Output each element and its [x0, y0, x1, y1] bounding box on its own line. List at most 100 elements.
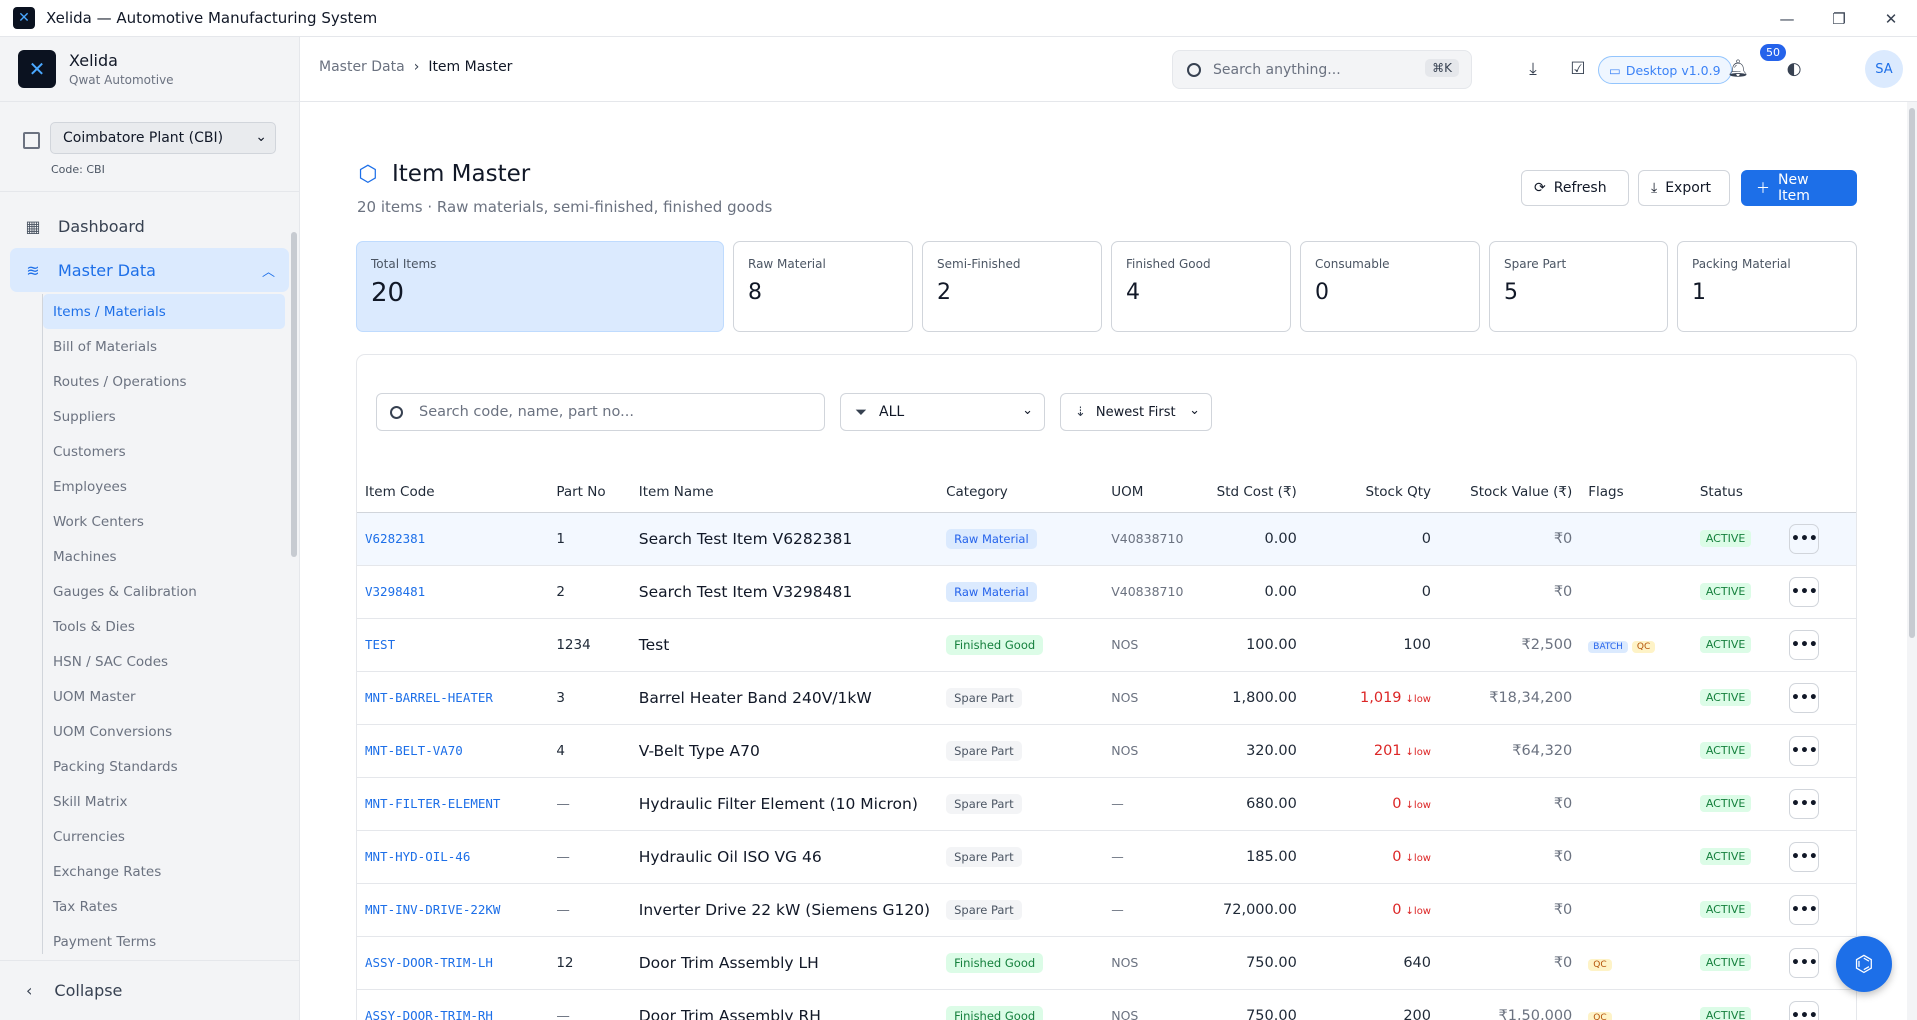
item-code-link[interactable]: MNT-BARREL-HEATER — [357, 671, 549, 725]
version-badge[interactable]: ▭ Desktop v1.0.9 — [1598, 56, 1732, 84]
table-row[interactable]: MNT-BARREL-HEATER 3 Barrel Heater Band 2… — [357, 671, 1856, 725]
avatar[interactable]: SA — [1865, 50, 1903, 88]
sidebar-subitem-work-centers[interactable]: Work Centers — [43, 504, 285, 539]
sidebar-subitem-bom[interactable]: Bill of Materials — [43, 329, 285, 364]
sidebar-subitem-uom[interactable]: UOM Master — [43, 679, 285, 714]
col-item-name[interactable]: Item Name — [630, 473, 939, 513]
tasks-icon[interactable]: ☑ — [1566, 57, 1590, 81]
table-row[interactable]: TEST 1234 Test Finished Good NOS 100.00 … — [357, 618, 1856, 672]
table-row[interactable]: V6282381 1 Search Test Item V6282381 Raw… — [357, 512, 1856, 566]
row-actions-button[interactable]: ••• — [1789, 841, 1820, 872]
col-flags[interactable]: Flags — [1580, 473, 1692, 513]
sidebar-subitem-gauges[interactable]: Gauges & Calibration — [43, 574, 285, 609]
status-badge: ACTIVE — [1699, 583, 1752, 600]
table-row[interactable]: MNT-BELT-VA70 4 V-Belt Type A70 Spare Pa… — [357, 724, 1856, 778]
std-cost: 320.00 — [1204, 724, 1305, 778]
minimize-icon[interactable]: — — [1761, 0, 1813, 37]
collapse-button[interactable]: ‹ Collapse — [0, 960, 300, 1020]
sidebar-subitem-suppliers[interactable]: Suppliers — [43, 399, 285, 434]
category-filter-select[interactable]: ⏷ ALL ⌄ — [840, 393, 1045, 431]
row-actions-button[interactable]: ••• — [1789, 523, 1820, 554]
sidebar-subitem-tax-rates[interactable]: Tax Rates — [43, 889, 285, 924]
main-scrollbar[interactable] — [1907, 102, 1917, 1020]
palette-icon[interactable]: ◐ — [1782, 57, 1806, 81]
table-row[interactable]: MNT-FILTER-ELEMENT — Hydraulic Filter El… — [357, 777, 1856, 831]
collapse-label: Collapse — [54, 981, 123, 1000]
col-stock-value[interactable]: Stock Value (₹) — [1439, 473, 1581, 513]
brand: ✕ Xelida Qwat Automotive — [0, 37, 299, 102]
stock-qty: 0 — [1392, 848, 1402, 865]
item-search-input[interactable]: Search code, name, part no... — [376, 393, 825, 431]
table-row[interactable]: V3298481 2 Search Test Item V3298481 Raw… — [357, 565, 1856, 619]
card-spare-part[interactable]: Spare Part 5 — [1489, 241, 1668, 332]
item-code-link[interactable]: MNT-FILTER-ELEMENT — [357, 777, 549, 831]
col-status[interactable]: Status — [1691, 473, 1782, 513]
item-code-link[interactable]: MNT-HYD-OIL-46 — [357, 830, 549, 884]
item-code-link[interactable]: MNT-INV-DRIVE-22KW — [357, 883, 549, 937]
maximize-icon[interactable]: ❐ — [1813, 0, 1865, 37]
stock-value: ₹18,34,200 — [1439, 671, 1581, 725]
card-semi-finished[interactable]: Semi-Finished 2 — [922, 241, 1102, 332]
table-row[interactable]: ASSY-DOOR-TRIM-LH 12 Door Trim Assembly … — [357, 936, 1856, 990]
row-actions-button[interactable]: ••• — [1789, 894, 1820, 925]
status-badge: ACTIVE — [1699, 1007, 1752, 1020]
download-icon[interactable]: ⤓ — [1521, 57, 1545, 81]
sidebar-subitem-skill-matrix[interactable]: Skill Matrix — [43, 784, 285, 819]
table-row[interactable]: MNT-INV-DRIVE-22KW — Inverter Drive 22 k… — [357, 883, 1856, 937]
export-button[interactable]: ⤓ Export — [1638, 170, 1730, 206]
card-packing-material[interactable]: Packing Material 1 — [1677, 241, 1857, 332]
sidebar-subitem-tools[interactable]: Tools & Dies — [43, 609, 285, 644]
table-row[interactable]: ASSY-DOOR-TRIM-RH — Door Trim Assembly R… — [357, 989, 1856, 1020]
sidebar-subitem-uom-conversions[interactable]: UOM Conversions — [43, 714, 285, 749]
item-code-link[interactable]: ASSY-DOOR-TRIM-RH — [357, 989, 549, 1020]
category-badge: Finished Good — [946, 1005, 1044, 1020]
row-actions-button[interactable]: ••• — [1789, 788, 1820, 819]
sidebar-subitem-machines[interactable]: Machines — [43, 539, 285, 574]
sidebar-subitem-currencies[interactable]: Currencies — [43, 819, 285, 854]
row-actions-button[interactable]: ••• — [1789, 576, 1820, 607]
item-code-link[interactable]: V3298481 — [357, 565, 549, 619]
item-code-link[interactable]: TEST — [357, 618, 549, 672]
card-consumable[interactable]: Consumable 0 — [1300, 241, 1480, 332]
bell-icon[interactable]: 🔔︎ — [1726, 57, 1750, 81]
sidebar-subitem-packing[interactable]: Packing Standards — [43, 749, 285, 784]
global-search-input[interactable]: Search anything... ⌘K — [1172, 50, 1472, 89]
row-actions-button[interactable]: ••• — [1789, 947, 1820, 978]
table-row[interactable]: MNT-HYD-OIL-46 — Hydraulic Oil ISO VG 46… — [357, 830, 1856, 884]
col-category[interactable]: Category — [938, 473, 1104, 513]
refresh-button[interactable]: ⟳ Refresh — [1521, 170, 1629, 206]
sort-select[interactable]: ⇣ Newest First ⌄ — [1060, 393, 1212, 431]
sidebar-item-dashboard[interactable]: ▦ Dashboard — [10, 204, 289, 248]
row-actions-button[interactable]: ••• — [1789, 629, 1820, 660]
col-stock-qty[interactable]: Stock Qty — [1304, 473, 1439, 513]
sidebar-subitem-exchange-rates[interactable]: Exchange Rates — [43, 854, 285, 889]
sidebar-subitem-customers[interactable]: Customers — [43, 434, 285, 469]
card-finished-good[interactable]: Finished Good 4 — [1111, 241, 1291, 332]
col-std-cost[interactable]: Std Cost (₹) — [1204, 473, 1305, 513]
close-icon[interactable]: ✕ — [1865, 0, 1917, 37]
sidebar-subitem-payment-terms[interactable]: Payment Terms — [43, 924, 285, 954]
sidebar-subitem-routes[interactable]: Routes / Operations — [43, 364, 285, 399]
row-actions-button[interactable]: ••• — [1789, 1000, 1820, 1020]
category-badge: Spare Part — [946, 846, 1022, 867]
item-code-link[interactable]: V6282381 — [357, 512, 549, 566]
sidebar-scrollbar[interactable] — [291, 232, 297, 557]
sidebar-item-master-data[interactable]: ≋ Master Data ︿ — [10, 248, 289, 292]
item-code-link[interactable]: ASSY-DOOR-TRIM-LH — [357, 936, 549, 990]
card-raw-material[interactable]: Raw Material 8 — [733, 241, 913, 332]
sidebar-subitem-hsn[interactable]: HSN / SAC Codes — [43, 644, 285, 679]
col-item-code[interactable]: Item Code — [357, 473, 549, 513]
main-scrollbar-thumb[interactable] — [1909, 108, 1915, 638]
assistant-bot-button[interactable]: ⌬ — [1836, 936, 1892, 992]
new-item-button[interactable]: ＋ New Item — [1741, 170, 1857, 206]
item-code-link[interactable]: MNT-BELT-VA70 — [357, 724, 549, 778]
sidebar-subitem-items[interactable]: Items / Materials — [43, 294, 285, 329]
card-total-items[interactable]: Total Items 20 — [356, 241, 724, 332]
row-actions-button[interactable]: ••• — [1789, 735, 1820, 766]
col-part-no[interactable]: Part No — [548, 473, 631, 513]
row-actions-button[interactable]: ••• — [1789, 682, 1820, 713]
breadcrumb-master-data[interactable]: Master Data — [319, 59, 405, 75]
sidebar-subitem-employees[interactable]: Employees — [43, 469, 285, 504]
col-uom[interactable]: UOM — [1103, 473, 1205, 513]
plant-select[interactable]: Coimbatore Plant (CBI) ⌄ — [50, 122, 276, 154]
